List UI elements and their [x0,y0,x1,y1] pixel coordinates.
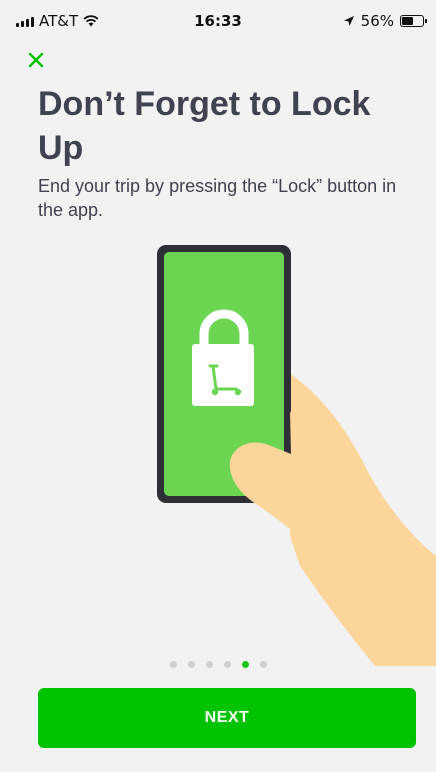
page-subtitle: End your trip by pressing the “Lock” but… [38,176,397,220]
status-right: 56% [343,12,427,30]
page-dot [205,661,213,668]
battery-icon [400,15,427,27]
page-dot [187,661,195,668]
status-bar: AT&T 16:33 56% [0,0,436,40]
page-dot [223,661,231,668]
page-dot [259,661,267,668]
next-button[interactable]: NEXT [38,688,416,748]
lock-phone-illustration [157,245,436,666]
page-dot [241,661,249,668]
location-arrow-icon [343,16,354,26]
page-indicator [0,661,436,668]
battery-percent: 56% [360,12,394,30]
page-title: Don’t Forget to Lock Up [38,85,371,167]
page-dot [169,661,177,668]
close-icon[interactable] [24,48,48,72]
